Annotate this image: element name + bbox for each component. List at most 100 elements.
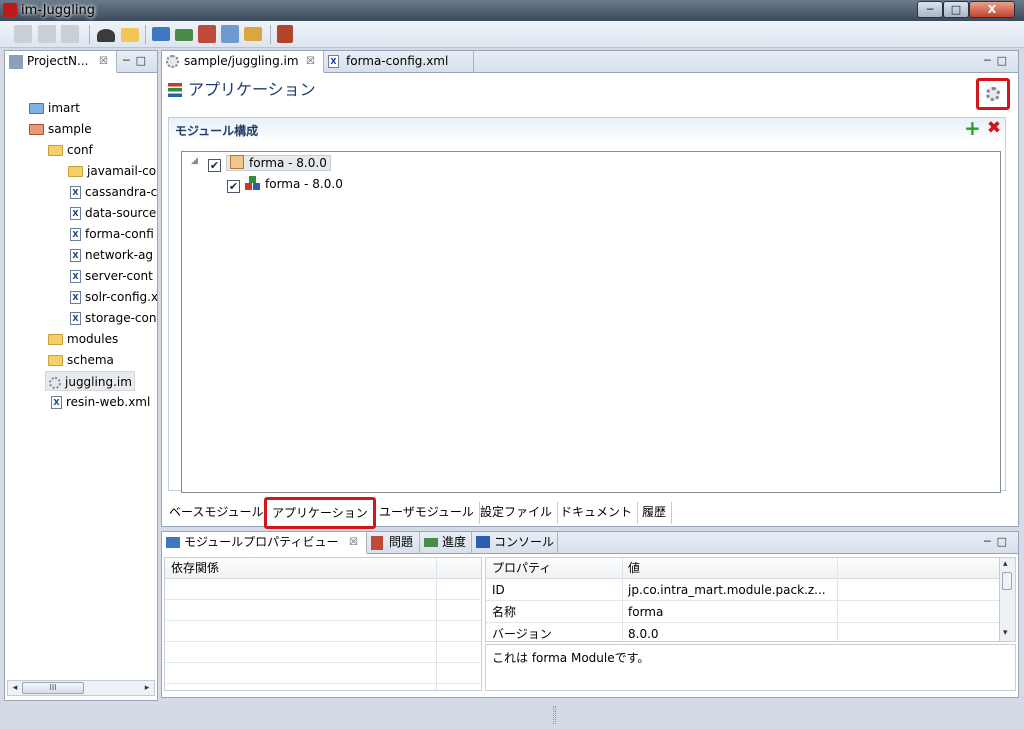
property-name[interactable]: ID xyxy=(486,580,622,601)
scroll-up-icon[interactable]: ▴ xyxy=(1003,559,1008,569)
save-all-icon[interactable] xyxy=(61,25,79,43)
panel-minmax-buttons[interactable]: ─□ xyxy=(984,535,1013,548)
tree-item-javamail[interactable]: javamail-co xyxy=(68,161,157,181)
tab-base-module[interactable]: ベースモジュール xyxy=(164,502,270,524)
table-row[interactable] xyxy=(165,600,481,621)
module-label: forma - 8.0.0 xyxy=(265,177,343,191)
module-tree: ◢ ✔ forma - 8.0.0 ✔ forma - 8.0.0 xyxy=(181,151,1001,493)
tab-application[interactable]: アプリケーション xyxy=(264,497,376,529)
tab-module-property-view[interactable]: モジュールプロパティビュー ☒ xyxy=(162,532,367,554)
minimize-button[interactable]: ─ xyxy=(917,1,943,18)
scroll-thumb[interactable] xyxy=(1002,572,1012,590)
export-icon[interactable] xyxy=(175,29,193,41)
image-icon[interactable] xyxy=(221,25,239,43)
tree-item-juggling-im[interactable]: juggling.im xyxy=(45,371,135,391)
close-icon[interactable]: ☒ xyxy=(306,51,315,72)
tree-item-data-source[interactable]: Xdata-source xyxy=(70,203,157,223)
module-checkbox[interactable]: ✔ xyxy=(227,180,240,193)
section-header: モジュール構成 + ✖ xyxy=(169,118,1005,142)
delete-module-button[interactable]: ✖ xyxy=(986,120,1002,137)
description-box: これは forma Moduleです。 xyxy=(485,644,1016,691)
save-as-icon[interactable] xyxy=(38,25,56,43)
property-header: プロパティ xyxy=(486,558,622,579)
module-checkbox[interactable]: ✔ xyxy=(208,159,221,172)
gear-file-icon xyxy=(49,376,61,389)
xml-file-icon: X xyxy=(51,396,62,409)
xml-file-icon: X xyxy=(70,207,81,220)
tools-icon[interactable] xyxy=(277,25,293,43)
close-icon[interactable]: ☒ xyxy=(349,532,358,553)
tree-item-modules[interactable]: modules xyxy=(48,329,157,349)
scroll-down-icon[interactable]: ▾ xyxy=(1003,628,1008,638)
tab-user-module[interactable]: ユーザモジュール xyxy=(374,502,480,524)
xml-file-icon: X xyxy=(70,228,81,241)
add-module-button[interactable]: + xyxy=(964,118,981,138)
table-row[interactable] xyxy=(165,663,481,684)
tree-item-label: forma-confi xyxy=(85,227,154,241)
tree-item-cassandra[interactable]: Xcassandra-c xyxy=(70,182,157,202)
maximize-button[interactable]: □ xyxy=(943,1,969,18)
module-label: forma - 8.0.0 xyxy=(249,156,327,170)
property-value[interactable]: forma xyxy=(622,602,837,623)
build-icon[interactable] xyxy=(97,29,115,42)
extra-header xyxy=(837,558,1000,579)
property-vertical-scrollbar[interactable]: ▴ ▾ xyxy=(999,558,1015,641)
tab-problems[interactable]: 問題 xyxy=(367,532,420,554)
expand-icon[interactable]: ◢ xyxy=(191,156,198,166)
folder-red-icon xyxy=(29,124,44,135)
import-icon[interactable] xyxy=(198,25,216,43)
property-value[interactable]: 8.0.0 xyxy=(622,624,837,641)
tree-icon[interactable] xyxy=(244,27,262,41)
property-name[interactable]: 名称 xyxy=(486,602,622,623)
xml-file-icon: X xyxy=(328,55,339,68)
close-button[interactable]: X xyxy=(969,1,1015,18)
tab-project-navigator[interactable]: ProjectN... ☒ xyxy=(5,51,117,73)
xml-file-icon: X xyxy=(70,186,81,199)
tab-settings-file[interactable]: 設定ファイル xyxy=(475,502,559,524)
save-icon[interactable] xyxy=(14,25,32,43)
tree-item-network[interactable]: Xnetwork-ag xyxy=(70,245,157,265)
module-row[interactable]: ✔ forma - 8.0.0 xyxy=(208,153,331,173)
tree-item-label: schema xyxy=(67,353,114,367)
property-name[interactable]: バージョン xyxy=(486,624,622,641)
module-row[interactable]: ✔ forma - 8.0.0 xyxy=(227,174,343,194)
tab-console[interactable]: コンソール xyxy=(472,532,558,554)
settings-button[interactable] xyxy=(976,78,1010,110)
tab-history[interactable]: 履歴 xyxy=(637,502,673,524)
scroll-thumb[interactable]: III xyxy=(22,682,84,694)
tab-label: モジュールプロパティビュー xyxy=(184,535,339,549)
tab-progress[interactable]: 進度 xyxy=(420,532,472,554)
status-grip xyxy=(553,706,556,724)
tree-item-resin-web[interactable]: Xresin-web.xml xyxy=(51,392,157,412)
monitor-icon[interactable] xyxy=(152,27,170,41)
close-icon[interactable]: ☒ xyxy=(99,51,108,72)
property-value[interactable]: jp.co.intra_mart.module.pack.z... xyxy=(622,580,837,601)
tree-item-forma-config[interactable]: Xforma-confi xyxy=(70,224,157,244)
tab-juggling-im[interactable]: sample/juggling.im ☒ xyxy=(162,51,324,73)
explorer-horizontal-scrollbar[interactable]: ◂ III ▸ xyxy=(7,680,155,696)
tree-item-sample[interactable]: sample xyxy=(29,119,157,139)
panel-minmax-buttons[interactable]: ─□ xyxy=(984,54,1013,67)
tree-item-conf[interactable]: conf xyxy=(48,140,157,160)
tab-label: ProjectN... xyxy=(27,54,89,68)
open-folder-icon[interactable] xyxy=(121,28,139,42)
scroll-left-icon[interactable]: ◂ xyxy=(9,681,21,695)
scroll-right-icon[interactable]: ▸ xyxy=(141,681,153,695)
editor-panel: sample/juggling.im ☒ X forma-config.xml … xyxy=(161,50,1019,529)
tree-item-solr-config[interactable]: Xsolr-config.x xyxy=(70,287,157,307)
folder-icon xyxy=(48,145,63,156)
tab-forma-config[interactable]: X forma-config.xml xyxy=(324,51,474,73)
panel-minmax-buttons[interactable]: ─□ xyxy=(123,54,152,67)
tab-document[interactable]: ドキュメント xyxy=(555,502,639,524)
table-row[interactable] xyxy=(165,621,481,642)
property-extra xyxy=(837,580,1000,601)
tree-item-label: resin-web.xml xyxy=(66,395,151,409)
tree-item-imart[interactable]: imart xyxy=(29,98,157,118)
tree-item-server-context[interactable]: Xserver-cont xyxy=(70,266,157,286)
tree-item-storage-config[interactable]: Xstorage-con xyxy=(70,308,157,328)
folder-icon xyxy=(48,355,63,366)
table-row[interactable] xyxy=(165,642,481,663)
table-row[interactable] xyxy=(165,579,481,600)
tree-item-schema[interactable]: schema xyxy=(48,350,157,370)
main-toolbar xyxy=(0,21,1024,48)
